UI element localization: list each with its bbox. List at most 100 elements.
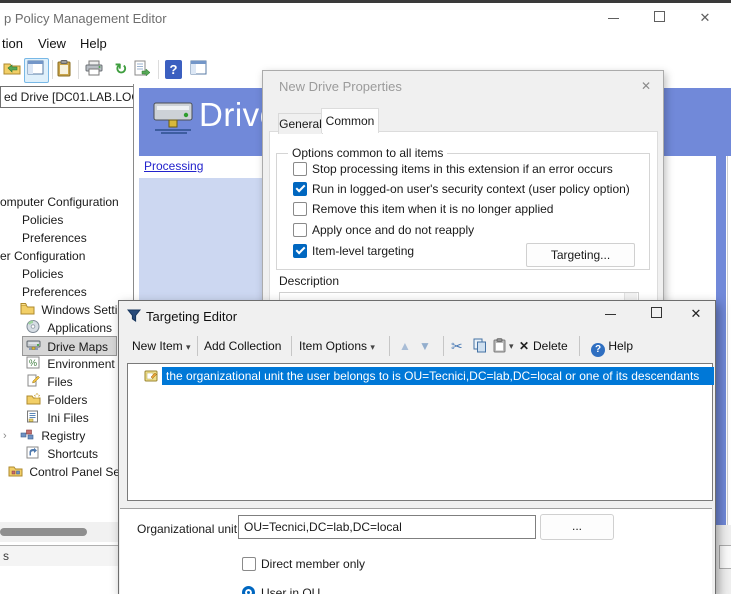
tree-item-registry[interactable]: › Registry: [3, 426, 133, 444]
tree-item-files[interactable]: Files: [26, 372, 133, 390]
checkbox[interactable]: [293, 202, 307, 216]
tree-item-user-configuration[interactable]: er Configuration: [0, 246, 133, 264]
checkbox[interactable]: [242, 557, 256, 571]
organizational-unit-input[interactable]: OU=Tecnici,DC=lab,DC=local: [238, 515, 536, 539]
tree-item-policies-user[interactable]: Policies: [22, 264, 133, 282]
user-in-ou-row[interactable]: User in OU: [242, 586, 320, 594]
delete-x-icon[interactable]: ✕: [519, 338, 529, 355]
processing-tab-strip: Processing: [139, 156, 262, 178]
checkbox-row-apply-once[interactable]: Apply once and do not reapply: [293, 223, 474, 237]
checkbox[interactable]: [293, 182, 307, 196]
tree-item-folders[interactable]: Folders: [26, 390, 133, 408]
help-icon: ?: [591, 343, 605, 357]
copy-icon[interactable]: [473, 338, 487, 355]
processing-link[interactable]: Processing: [144, 159, 203, 173]
tree-item-shortcuts[interactable]: Shortcuts: [26, 444, 133, 462]
tree-item-environment[interactable]: % Environment: [26, 354, 133, 372]
tree-item-windows-settings[interactable]: Windows Settings: [20, 300, 133, 318]
tree-root-node[interactable]: ed Drive [DC01.LAB.LOCA: [0, 86, 133, 108]
back-folder-icon[interactable]: [3, 60, 23, 79]
menu-view[interactable]: View: [38, 36, 66, 51]
selected-targeting-item[interactable]: the organizational unit the user belongs…: [162, 367, 714, 385]
organizational-unit-label: Organizational unit: [137, 522, 237, 536]
tree-item-computer-configuration[interactable]: omputer Configuration: [0, 192, 133, 210]
move-up-icon[interactable]: ▲: [399, 338, 411, 355]
minimize-button[interactable]: [599, 305, 621, 323]
delete-button[interactable]: Delete: [533, 338, 568, 355]
browse-button[interactable]: ...: [540, 514, 614, 540]
close-icon[interactable]: ✕: [637, 77, 655, 95]
scrollbar-element[interactable]: [719, 545, 731, 569]
dialog-title: New Drive Properties: [279, 79, 402, 94]
paste-clipboard-icon[interactable]: [57, 60, 77, 79]
paste-icon[interactable]: [493, 338, 506, 355]
menu-action[interactable]: tion: [2, 36, 23, 51]
tree-item-ini-files[interactable]: Ini Files: [26, 408, 133, 426]
close-button[interactable]: ✕: [694, 9, 716, 27]
screen: p Policy Management Editor ✕ tion View H…: [0, 0, 731, 594]
targeting-items-list[interactable]: the organizational unit the user belongs…: [127, 363, 713, 501]
checkbox-row-remove-item[interactable]: Remove this item when it is no longer ap…: [293, 202, 553, 216]
minimize-button[interactable]: [602, 9, 624, 27]
toolbar-separator: [52, 60, 53, 79]
tree-item-control-panel-settings[interactable]: Control Panel Sett: [8, 462, 133, 480]
expander-icon[interactable]: ›: [3, 430, 7, 442]
description-label: Description: [279, 274, 339, 288]
checkbox[interactable]: [293, 162, 307, 176]
new-window-icon[interactable]: [190, 60, 210, 79]
checkbox[interactable]: [293, 244, 307, 258]
main-window-title: p Policy Management Editor: [4, 11, 167, 26]
registry-icon: [20, 428, 35, 441]
cut-icon[interactable]: ✂: [451, 338, 463, 355]
tree-item-policies[interactable]: Policies: [22, 210, 133, 228]
tree-item-preferences[interactable]: Preferences: [22, 228, 133, 246]
control-panel-icon: [8, 464, 23, 477]
print-icon[interactable]: [85, 60, 105, 79]
dialog-title: Targeting Editor: [146, 309, 237, 324]
tab-common[interactable]: Common: [321, 108, 379, 133]
targeting-editor-dialog: Targeting Editor ✕ New Item ▾ Add Collec…: [118, 300, 716, 594]
add-collection-button[interactable]: Add Collection: [204, 338, 281, 355]
direct-member-only-row[interactable]: Direct member only: [242, 557, 365, 571]
item-options-button[interactable]: Item Options ▾: [299, 338, 375, 355]
toolbar-separator: [158, 60, 159, 79]
console-window-icon[interactable]: [27, 60, 47, 79]
radio-button[interactable]: [242, 586, 255, 594]
tree-horizontal-scrollbar[interactable]: [0, 522, 133, 542]
paste-dropdown-icon[interactable]: ▾: [509, 338, 514, 355]
checkbox[interactable]: [293, 223, 307, 237]
ou-item-icon: [144, 369, 158, 382]
folder-icon: [20, 302, 35, 315]
refresh-icon[interactable]: ↻: [111, 60, 131, 79]
help-icon[interactable]: ?: [165, 60, 182, 79]
checkbox-row-item-level-targeting[interactable]: Item-level targeting: [293, 244, 414, 258]
console-tree-pane: ed Drive [DC01.LAB.LOCA omputer Configur…: [0, 84, 133, 594]
tree-overflow-text: s: [0, 546, 121, 566]
checkbox-row-stop-processing[interactable]: Stop processing items in this extension …: [293, 162, 613, 176]
percent-icon: %: [26, 356, 41, 369]
tree-item-preferences-user[interactable]: Preferences: [22, 282, 133, 300]
help-button[interactable]: ? Help: [591, 338, 633, 355]
drive-banner-icon: [151, 100, 197, 136]
pane-right-edge: [716, 156, 726, 525]
tree-item-applications[interactable]: Applications: [26, 318, 133, 336]
maximize-button[interactable]: [645, 305, 667, 323]
checkbox-row-run-in-context[interactable]: Run in logged-on user's security context…: [293, 182, 630, 196]
folder-new-icon: [26, 392, 41, 405]
svg-text:%: %: [29, 358, 37, 368]
tree-item-drive-maps[interactable]: Drive Maps: [22, 336, 117, 356]
close-button[interactable]: ✕: [685, 305, 707, 323]
funnel-icon: [127, 309, 141, 323]
menu-help[interactable]: Help: [80, 36, 107, 51]
export-list-icon[interactable]: [134, 60, 154, 79]
tab-general[interactable]: General: [278, 113, 323, 134]
maximize-button[interactable]: [648, 9, 670, 27]
move-down-icon[interactable]: ▼: [419, 338, 431, 355]
new-item-button[interactable]: New Item ▾: [132, 338, 191, 355]
toolbar-separator: [291, 336, 292, 356]
ini-doc-icon: [26, 410, 41, 423]
scrollbar-thumb[interactable]: [0, 528, 87, 536]
targeting-button[interactable]: Targeting...: [526, 243, 635, 267]
groupbox-label: Options common to all items: [288, 146, 447, 160]
toolbar-separator: [197, 336, 198, 356]
